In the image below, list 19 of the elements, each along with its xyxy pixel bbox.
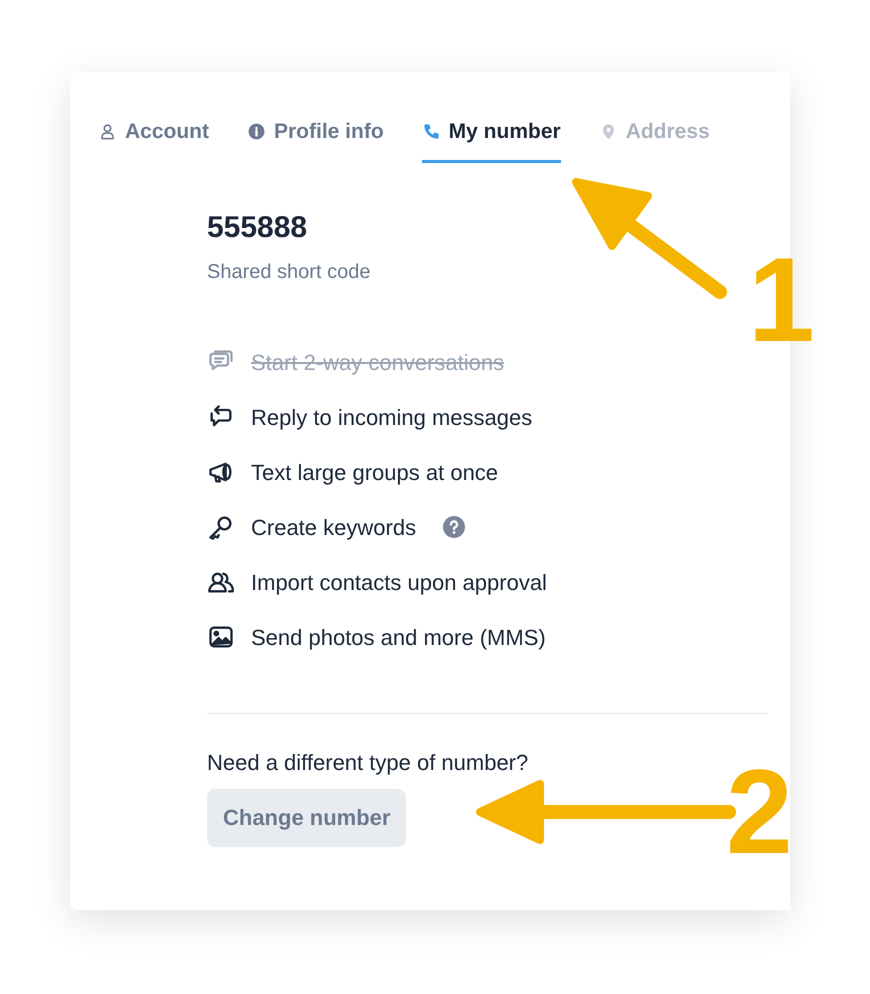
tab[interactable]: Account — [98, 116, 209, 162]
question-text: Need a different type of number? — [207, 748, 530, 777]
change-number-button[interactable]: Change number — [207, 788, 406, 846]
number-type: Shared short code — [207, 260, 372, 284]
feature-text: Reply to incoming messages — [251, 404, 532, 432]
feature-text: Import contacts upon approval — [251, 568, 547, 597]
phone-number: 555888 — [207, 212, 308, 242]
callout-number: 2 — [726, 752, 793, 872]
feature-text: Start 2-way conversations — [251, 348, 504, 377]
phone-icon — [422, 122, 441, 142]
tab[interactable]: My number — [422, 116, 561, 162]
help-icon[interactable] — [442, 515, 466, 539]
feature-text: Text large groups at once — [251, 458, 498, 487]
info-icon — [247, 122, 266, 142]
user-icon — [98, 122, 117, 142]
feature-text: Send photos and more (MMS) — [251, 624, 546, 652]
callout-number: 1 — [748, 240, 815, 360]
tab[interactable]: Profile info — [247, 116, 384, 162]
feature-text: Create keywords — [251, 514, 416, 542]
